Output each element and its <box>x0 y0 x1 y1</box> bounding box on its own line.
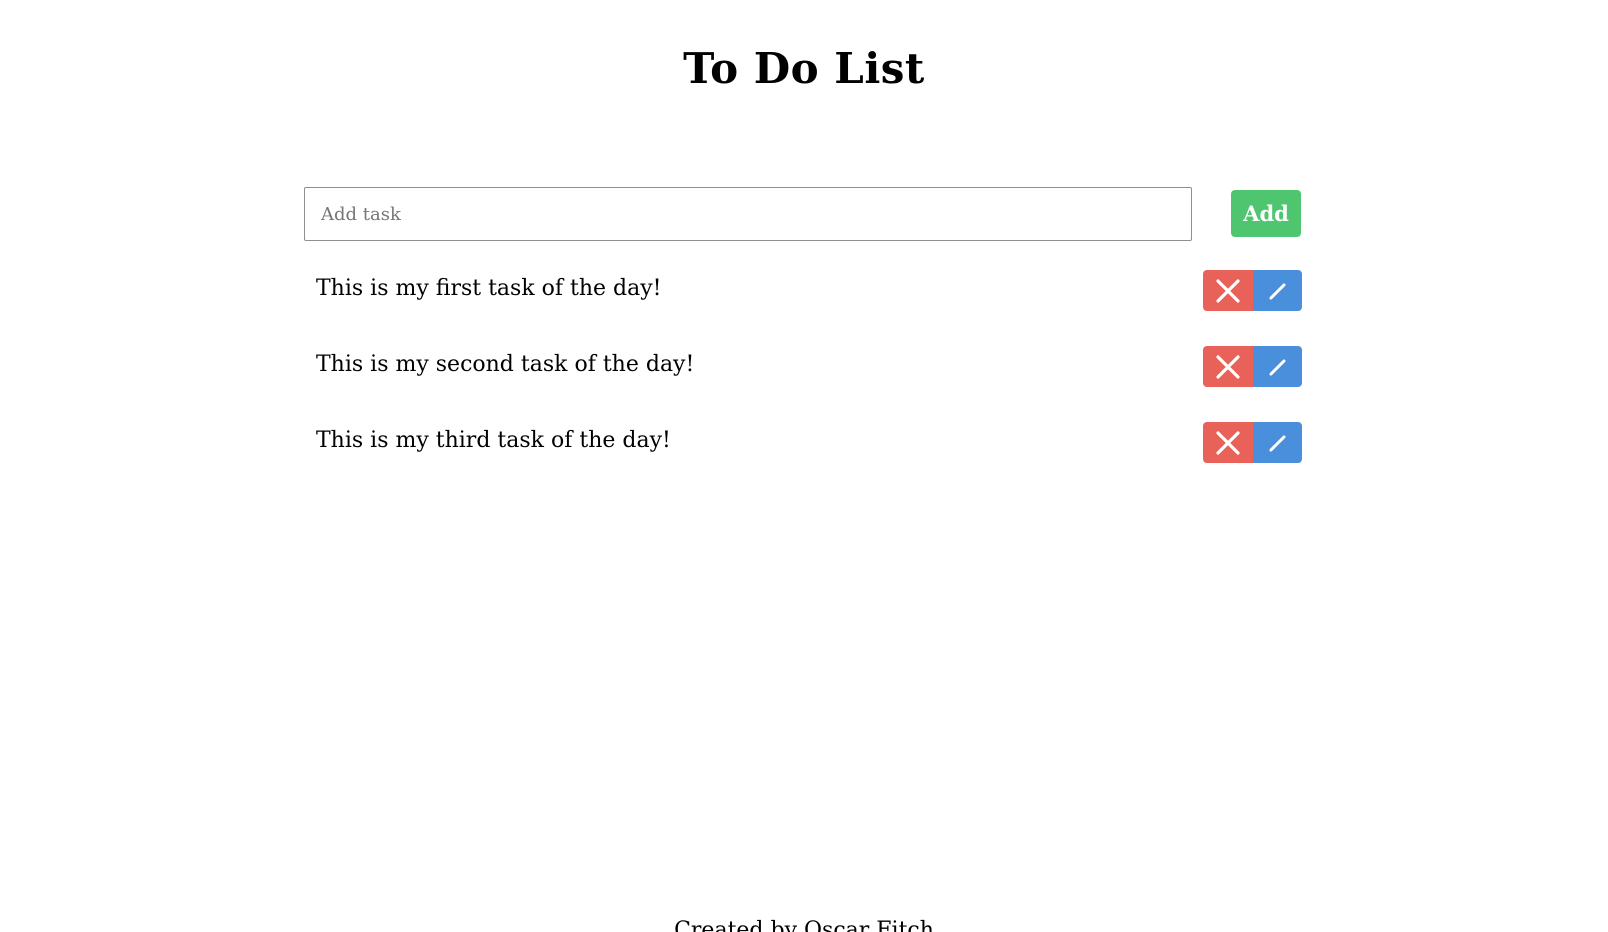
task-item: This is my first task of the day! <box>304 270 1302 311</box>
task-actions <box>1203 422 1302 463</box>
pencil-icon <box>1269 283 1285 299</box>
delete-task-button[interactable] <box>1203 270 1253 311</box>
task-text: This is my third task of the day! <box>316 428 671 453</box>
edit-task-button[interactable] <box>1253 422 1302 463</box>
pencil-icon <box>1269 435 1285 451</box>
task-item: This is my third task of the day! <box>304 422 1302 463</box>
page-title: To Do List <box>683 44 925 93</box>
todo-page: To Do List Add This is my first task of … <box>0 0 1608 932</box>
add-task-input[interactable] <box>304 187 1192 241</box>
close-icon <box>1216 430 1240 455</box>
task-list: This is my first task of the day! This i… <box>304 270 1302 498</box>
delete-task-button[interactable] <box>1203 422 1253 463</box>
task-item: This is my second task of the day! <box>304 346 1302 387</box>
close-icon <box>1216 354 1240 379</box>
edit-task-button[interactable] <box>1253 270 1302 311</box>
task-text: This is my first task of the day! <box>316 276 662 301</box>
add-task-form: Add <box>304 187 1301 241</box>
pencil-icon <box>1269 359 1285 375</box>
close-icon <box>1216 278 1240 303</box>
task-actions <box>1203 270 1302 311</box>
add-button[interactable]: Add <box>1231 190 1301 237</box>
footer-credit: Created by Oscar Fitch <box>674 918 934 932</box>
task-actions <box>1203 346 1302 387</box>
task-text: This is my second task of the day! <box>316 352 695 377</box>
delete-task-button[interactable] <box>1203 346 1253 387</box>
edit-task-button[interactable] <box>1253 346 1302 387</box>
